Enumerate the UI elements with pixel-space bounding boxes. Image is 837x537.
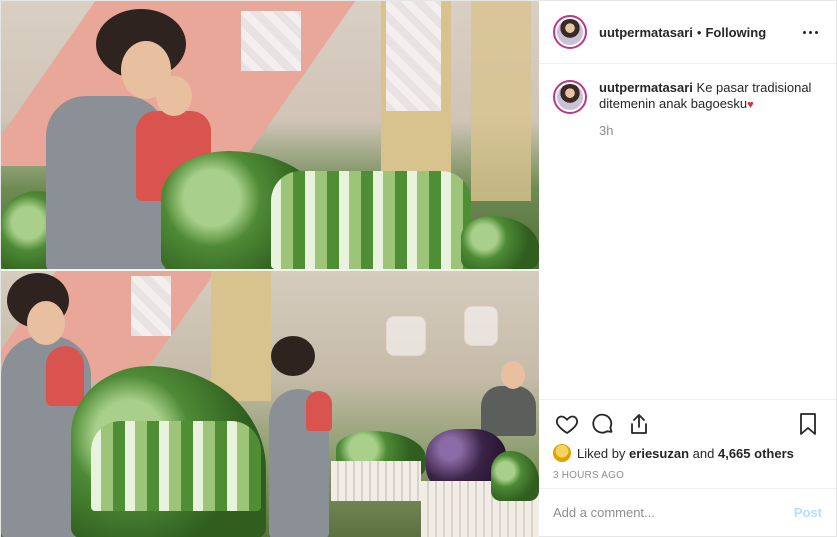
caption-time[interactable]: 3h <box>599 123 822 139</box>
pillar-shape-2 <box>471 1 531 201</box>
avatar-image <box>557 84 583 110</box>
comment-input[interactable] <box>553 505 794 520</box>
child-figure-small <box>306 391 332 431</box>
bokchoy-pile-large <box>91 421 261 511</box>
comment-icon[interactable] <box>589 410 617 438</box>
caption: uutpermatasari Ke pasar tradisional dite… <box>553 80 822 139</box>
photo-top-market <box>1 1 539 269</box>
instagram-post: uutpermatasari • Following uutpermatasar… <box>0 0 837 537</box>
heart-icon: ♥ <box>747 99 754 111</box>
post-header: uutpermatasari • Following <box>539 1 836 64</box>
following-button[interactable]: Following <box>705 25 766 40</box>
more-dot <box>803 30 806 34</box>
heart-icon[interactable] <box>553 410 581 438</box>
header-separator: • <box>696 24 702 40</box>
more-dot <box>815 30 818 34</box>
likes-and: and <box>692 445 715 461</box>
comments-section: uutpermatasari Ke pasar tradisional dite… <box>539 64 836 399</box>
woman-face-large <box>27 301 65 345</box>
pixelated-sign-2 <box>386 1 441 111</box>
avatar-image <box>557 19 583 45</box>
post-media[interactable] <box>1 1 539 537</box>
greens-pile-right <box>461 216 539 269</box>
share-icon[interactable] <box>625 410 653 438</box>
pillar-shape <box>211 271 271 401</box>
hanging-bag-2 <box>464 306 498 346</box>
crate-stack <box>331 461 421 501</box>
cucumber-pile <box>491 451 539 501</box>
woman-hair-small <box>271 336 315 376</box>
child-face <box>156 76 192 116</box>
post-timestamp[interactable]: 3 HOURS AGO <box>553 470 822 488</box>
caption-avatar[interactable] <box>553 80 587 114</box>
photo-bottom-market <box>1 271 539 537</box>
likes-prefix: Liked by <box>577 445 626 461</box>
bokchoy-pile <box>271 171 471 269</box>
action-icons <box>553 406 822 442</box>
likes-summary: Liked by eriesuzan and 4,665 others <box>553 442 822 464</box>
bookmark-icon[interactable] <box>794 410 822 438</box>
more-dot <box>809 30 812 34</box>
caption-body: uutpermatasari Ke pasar tradisional dite… <box>599 80 822 139</box>
avatar[interactable] <box>553 15 587 49</box>
post-sidebar: uutpermatasari • Following uutpermatasar… <box>539 1 836 536</box>
pixelated-sign <box>241 11 301 71</box>
child-figure-large <box>46 346 84 406</box>
liker-avatar[interactable] <box>553 444 571 462</box>
header-username[interactable]: uutpermatasari <box>599 25 693 40</box>
pixelated-sign <box>131 276 171 336</box>
vendor-face <box>501 361 525 389</box>
liker-username[interactable]: eriesuzan <box>629 446 689 461</box>
post-actions: Liked by eriesuzan and 4,665 others 3 HO… <box>539 399 836 488</box>
add-comment-bar: Post <box>539 488 836 536</box>
post-comment-button[interactable]: Post <box>794 505 822 520</box>
hanging-bag <box>386 316 426 356</box>
caption-username[interactable]: uutpermatasari <box>599 80 693 95</box>
more-horizontal-icon[interactable] <box>799 27 822 38</box>
likes-others[interactable]: 4,665 others <box>718 446 794 461</box>
vendor-figure <box>481 386 536 436</box>
